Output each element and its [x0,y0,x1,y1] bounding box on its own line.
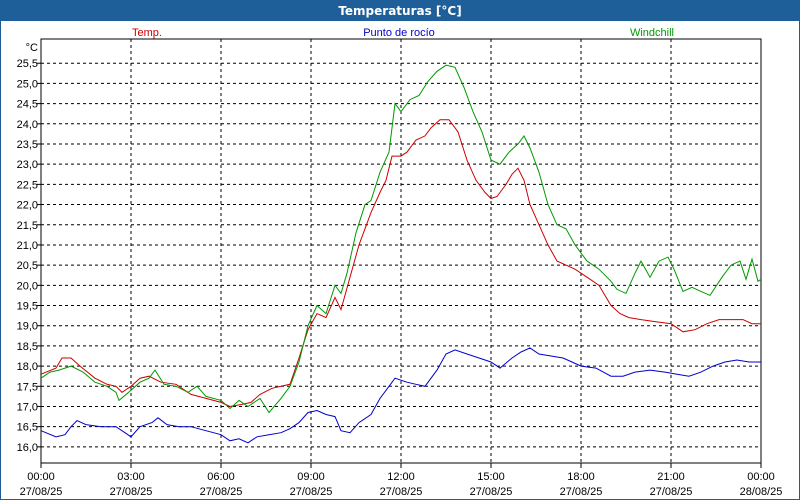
y-tick-label: 23,5 [17,139,38,151]
temperature-chart: 16,0 16,5 17,0 17,5 18,0 18,5 19,0 19,5 20,0 20,5… [17,27,783,498]
x-tick-time-label: 21:00 [657,471,685,483]
y-tick-label: 18,5 [17,341,38,353]
x-tick-date-label: 27/08/25 [200,486,243,498]
y-tick-label: 17,0 [17,401,38,413]
legend-entry: Temp. [132,27,162,39]
x-tick-time-label: 00:00 [747,471,775,483]
y-tick-label: 21,0 [17,240,38,252]
chart-window: Temperaturas [°C] 16,0 16,5 17,0 17,5 18,0 18… [0,0,800,500]
x-tick-time-label: 03:00 [117,471,145,483]
y-tick-label: 16,0 [17,442,38,454]
y-axis-unit-label: °C [26,42,38,54]
x-tick-time-label: 18:00 [567,471,595,483]
legend-entry: Windchill [630,27,674,39]
x-tick-date-label: 28/08/25 [740,486,783,498]
y-tick-label: 18,0 [17,361,38,373]
x-tick-time-label: 00:00 [27,471,55,483]
y-tick-label: 19,0 [17,321,38,333]
y-tick-label: 25,5 [17,58,38,70]
y-tick-label: 24,0 [17,119,38,131]
y-tick-label: 17,5 [17,381,38,393]
x-tick-time-label: 09:00 [297,471,325,483]
y-tick-label: 21,5 [17,220,38,232]
y-tick-label: 24,5 [17,99,38,111]
x-tick-time-label: 12:00 [387,471,415,483]
x-tick-date-label: 27/08/25 [110,486,153,498]
x-tick-date-label: 27/08/25 [290,486,333,498]
y-tick-label: 22,0 [17,200,38,212]
grid-layer [41,39,761,463]
legend-entry: Punto de rocío [363,27,435,39]
x-tick-time-label: 06:00 [207,471,235,483]
y-tick-label: 25,0 [17,78,38,90]
y-tick-label: 22,5 [17,179,38,191]
x-tick-date-label: 27/08/25 [380,486,423,498]
x-tick-date-label: 27/08/25 [560,486,603,498]
y-tick-label: 23,0 [17,159,38,171]
x-tick-date-label: 27/08/25 [470,486,513,498]
y-tick-label: 20,5 [17,260,38,272]
x-tick-time-label: 15:00 [477,471,505,483]
x-tick-date-label: 27/08/25 [650,486,693,498]
x-tick-date-label: 27/08/25 [20,486,63,498]
y-tick-label: 16,5 [17,422,38,434]
y-tick-label: 19,5 [17,301,38,313]
y-tick-label: 20,0 [17,280,38,292]
